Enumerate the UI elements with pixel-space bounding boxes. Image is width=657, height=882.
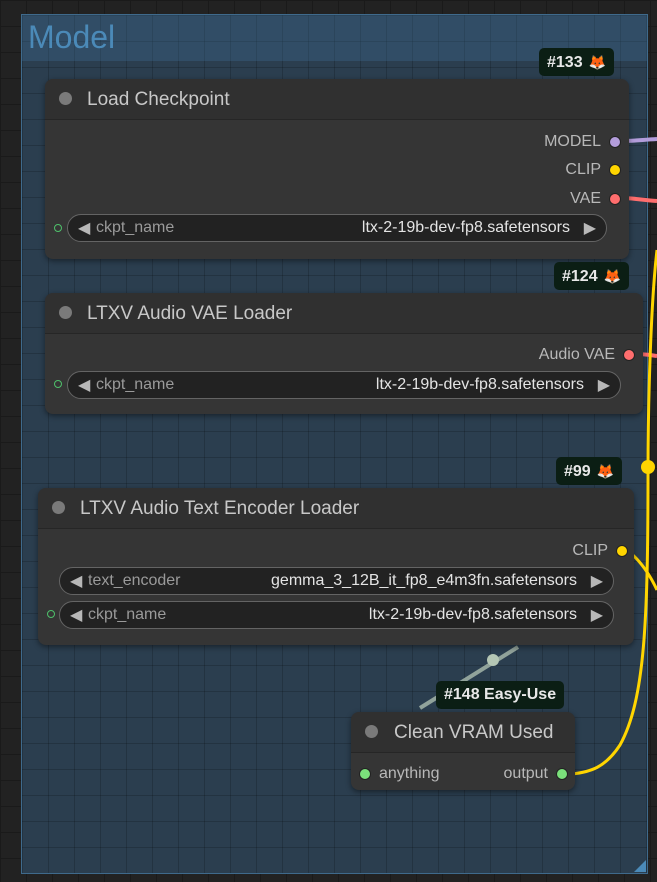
link-reroute-dot <box>641 460 655 474</box>
fox-icon: 🦊 <box>603 268 622 284</box>
arrow-right-icon[interactable]: ▶ <box>598 375 610 395</box>
widget-value: gemma_3_12B_it_fp8_e4m3fn.safetensors <box>271 572 577 589</box>
output-label-model: MODEL <box>544 133 601 150</box>
widget-name: ckpt_name <box>96 376 175 393</box>
node-badge-124: #124 🦊 <box>554 262 630 290</box>
widget-value: ltx-2-19b-dev-fp8.safetensors <box>368 606 577 623</box>
widget-input-socket[interactable] <box>54 380 62 388</box>
output-socket-output[interactable] <box>556 768 568 780</box>
ckpt-name-combo[interactable]: ◀ ckpt_name ltx-2-19b-dev-fp8.safetensor… <box>67 214 607 242</box>
output-label-output: output <box>503 765 548 782</box>
badge-label: #148 Easy-Use <box>444 686 557 703</box>
output-socket-clip[interactable] <box>616 545 628 557</box>
widget-name: ckpt_name <box>88 606 167 623</box>
widget-input-socket[interactable] <box>47 610 55 618</box>
arrow-left-icon[interactable]: ◀ <box>70 571 82 591</box>
badge-label: #99 <box>564 463 591 480</box>
node-badge-99: #99 🦊 <box>556 457 623 485</box>
arrow-left-icon[interactable]: ◀ <box>78 218 90 238</box>
text-encoder-combo[interactable]: ◀ text_encoder gemma_3_12B_it_fp8_e4m3fn… <box>59 567 614 595</box>
output-socket-model[interactable] <box>609 136 621 148</box>
node-audio-vae-loader[interactable]: LTXV Audio VAE Loader Audio VAE ◀ ckpt_n… <box>45 293 643 414</box>
node-audio-text-encoder-loader[interactable]: LTXV Audio Text Encoder Loader CLIP ◀ te… <box>38 488 634 645</box>
node-title: Load Checkpoint <box>87 89 230 110</box>
fox-icon: 🦊 <box>596 463 615 479</box>
node-title: LTXV Audio VAE Loader <box>87 303 293 324</box>
badge-label: #124 <box>562 268 598 285</box>
clip-link-main <box>646 249 657 471</box>
node-title-bar[interactable]: LTXV Audio Text Encoder Loader <box>38 488 634 529</box>
node-load-checkpoint[interactable]: Load Checkpoint MODEL CLIP VAE ◀ ckpt_na… <box>45 79 629 259</box>
collapse-dot-icon[interactable] <box>52 501 65 514</box>
fox-icon: 🦊 <box>588 54 607 70</box>
collapse-dot-icon[interactable] <box>59 92 72 105</box>
input-label-anything: anything <box>379 765 440 782</box>
collapse-dot-icon[interactable] <box>365 725 378 738</box>
input-socket-anything[interactable] <box>359 768 371 780</box>
output-label-clip: CLIP <box>565 161 601 178</box>
arrow-right-icon[interactable]: ▶ <box>591 571 603 591</box>
arrow-right-icon[interactable]: ▶ <box>591 605 603 625</box>
ckpt-name-combo[interactable]: ◀ ckpt_name ltx-2-19b-dev-fp8.safetensor… <box>59 601 614 629</box>
node-badge-133: #133 🦊 <box>539 48 615 76</box>
node-badge-148: #148 Easy-Use <box>436 681 565 709</box>
arrow-left-icon[interactable]: ◀ <box>78 375 90 395</box>
output-socket-audio-vae[interactable] <box>623 349 635 361</box>
widget-input-socket[interactable] <box>54 224 62 232</box>
node-title: Clean VRAM Used <box>394 722 554 743</box>
node-title: LTXV Audio Text Encoder Loader <box>80 498 360 519</box>
gray-link-dot <box>487 654 499 666</box>
node-clean-vram-used[interactable]: Clean VRAM Used anything output <box>351 712 575 790</box>
ckpt-name-combo[interactable]: ◀ ckpt_name ltx-2-19b-dev-fp8.safetensor… <box>67 371 621 399</box>
node-title-bar[interactable]: LTXV Audio VAE Loader <box>45 293 643 334</box>
widget-name: text_encoder <box>88 572 181 589</box>
arrow-left-icon[interactable]: ◀ <box>70 605 82 625</box>
output-label-clip: CLIP <box>572 542 608 559</box>
output-label-audio-vae: Audio VAE <box>538 346 615 363</box>
node-title-bar[interactable]: Clean VRAM Used <box>351 712 575 753</box>
collapse-dot-icon[interactable] <box>59 306 72 319</box>
node-title-bar[interactable]: Load Checkpoint <box>45 79 629 120</box>
arrow-right-icon[interactable]: ▶ <box>584 218 596 238</box>
badge-label: #133 <box>547 54 583 71</box>
output-socket-vae[interactable] <box>609 193 621 205</box>
widget-name: ckpt_name <box>96 219 175 236</box>
output-label-vae: VAE <box>570 190 601 207</box>
widget-value: ltx-2-19b-dev-fp8.safetensors <box>361 219 570 236</box>
widget-value: ltx-2-19b-dev-fp8.safetensors <box>375 376 584 393</box>
output-socket-clip[interactable] <box>609 164 621 176</box>
